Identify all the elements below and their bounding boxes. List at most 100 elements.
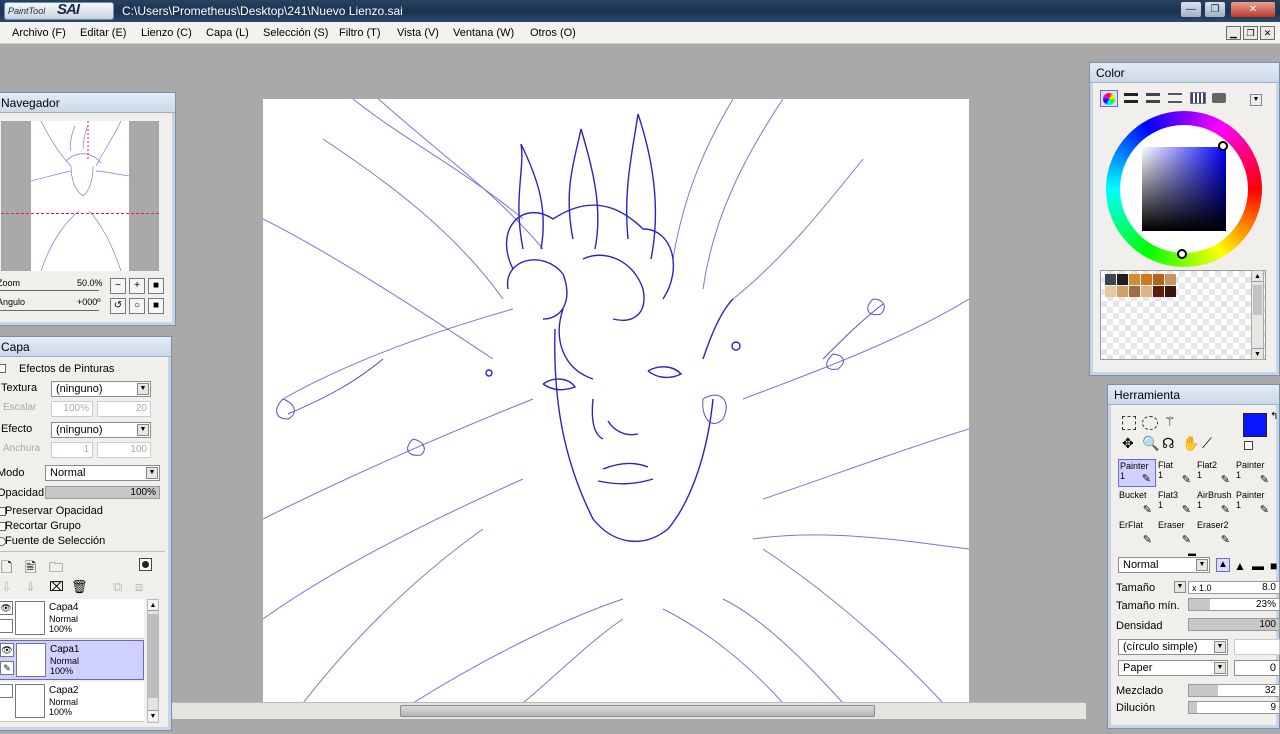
zoom-icon[interactable]: 🔍 (1142, 435, 1159, 452)
color-swatch[interactable] (1153, 286, 1164, 297)
menu-filtro[interactable]: Filtro (T) (339, 27, 381, 39)
maximize-button[interactable]: ❐ (1204, 1, 1226, 18)
brush-tool-slot[interactable]: Painter 1 ✎ (1235, 489, 1273, 517)
paste-layer-icon[interactable]: ⧈ (135, 579, 143, 595)
brush-shape-square-icon[interactable]: ■ (1270, 559, 1277, 573)
brush-tool-slot[interactable]: Eraser ✎ (1157, 519, 1195, 547)
blend-mode-select[interactable]: Normal ▼ (45, 465, 160, 481)
mdi-close-icon[interactable]: ✕ (1260, 26, 1275, 40)
merge-down-icon[interactable]: ⇓ (25, 579, 36, 595)
brush-tool-slot[interactable]: AirBrush 1 ✎ (1196, 489, 1234, 517)
mdi-minimize-icon[interactable]: ▁ (1226, 26, 1241, 40)
scratchpad-icon[interactable] (1212, 93, 1226, 103)
width-number-field[interactable]: 100 (97, 442, 151, 458)
swatches-mode-icon[interactable] (1190, 92, 1206, 104)
hue-cursor[interactable] (1177, 249, 1187, 259)
tool-blend-mode-select[interactable]: Normal ▼ (1118, 557, 1210, 573)
layer-mask-icon[interactable] (139, 558, 152, 571)
layer-row-capa1[interactable]: 👁 ✎ Capa1 Normal 100% (0, 640, 144, 680)
swatch-grid[interactable] (1100, 270, 1266, 360)
scrollbar-thumb[interactable] (1253, 285, 1262, 315)
transfer-down-icon[interactable]: ⇩ (1, 579, 12, 595)
brush-texture-amount[interactable]: 0 (1234, 660, 1280, 676)
mdi-restore-icon[interactable]: ❐ (1243, 26, 1258, 40)
zoom-fit-icon[interactable]: ■ (148, 278, 164, 294)
color-swatch[interactable] (1165, 286, 1176, 297)
color-swatch[interactable] (1117, 286, 1128, 297)
delete-layer-icon[interactable]: 🗑 (71, 579, 88, 595)
move-icon[interactable]: ✥ (1122, 435, 1134, 452)
color-swatch[interactable] (1129, 274, 1140, 285)
brush-shape-amount[interactable] (1234, 639, 1280, 655)
rect-select-icon[interactable] (1122, 416, 1136, 430)
size-slider[interactable]: x 1.0 8.0 (1188, 581, 1280, 594)
new-linework-layer-icon[interactable]: 🖹 (25, 557, 36, 581)
brush-tool-slot[interactable]: Painter 1 ✎ (1235, 459, 1273, 487)
menu-otros[interactable]: Otros (O) (530, 27, 576, 39)
color-swatch[interactable] (1105, 274, 1116, 285)
density-slider[interactable]: 100 (1188, 618, 1280, 631)
menu-archivo[interactable]: Archivo (F) (12, 27, 66, 39)
rotate-reset-icon[interactable]: ○ (129, 298, 145, 314)
zoom-slider[interactable] (0, 290, 99, 291)
swatch-scrollbar[interactable]: ▲ ▼ (1251, 270, 1264, 360)
transparent-color-icon[interactable] (1244, 441, 1253, 450)
min-size-slider[interactable]: 23% (1188, 598, 1280, 611)
new-layer-icon[interactable]: 🗋 (1, 557, 12, 581)
scroll-up-icon[interactable]: ▲ (148, 600, 158, 611)
brush-tool-slot[interactable]: Flat2 1 ✎ (1196, 459, 1234, 487)
rotate-icon[interactable]: ☊ (1162, 435, 1174, 452)
brush-shape-round-icon[interactable]: ▲ (1234, 559, 1246, 573)
color-wheel-mode-icon[interactable] (1100, 90, 1118, 107)
paint-effects-expander[interactable] (0, 364, 6, 373)
layer-list-scrollbar[interactable]: ▲ ▼ (147, 599, 159, 723)
brush-tool-slot[interactable]: Bucket ✎ (1118, 489, 1156, 517)
effect-select[interactable]: (ninguno) ▼ (51, 422, 151, 438)
dilution-slider[interactable]: 9 (1188, 701, 1280, 714)
canvas-horizontal-scrollbar[interactable] (170, 702, 1086, 719)
menu-editar[interactable]: Editar (E) (80, 27, 126, 39)
texture-select[interactable]: (ninguno) ▼ (51, 381, 151, 397)
chevron-down-icon[interactable]: ▼ (1174, 581, 1186, 593)
brush-tool-slot[interactable]: Flat 1 ✎ (1157, 459, 1195, 487)
rotate-left-icon[interactable]: ↺ (110, 298, 126, 314)
zoom-in-icon[interactable]: + (129, 278, 145, 294)
menu-vista[interactable]: Vista (V) (397, 27, 439, 39)
saturation-value-box[interactable] (1142, 147, 1226, 231)
zoom-out-icon[interactable]: − (110, 278, 126, 294)
brush-tool-slot[interactable]: Flat3 1 ✎ (1157, 489, 1195, 517)
opacity-slider[interactable]: 100% (45, 486, 160, 499)
menu-ventana[interactable]: Ventana (W) (453, 27, 514, 39)
color-swatch[interactable] (1117, 274, 1128, 285)
brush-tool-slot[interactable]: Painter 1 ✎ (1118, 459, 1156, 487)
mixer-icon[interactable] (1168, 93, 1182, 103)
lasso-icon[interactable] (1142, 416, 1158, 430)
copy-layer-icon[interactable]: ⧉ (113, 579, 122, 595)
color-swatch[interactable] (1141, 286, 1152, 297)
brush-shape-select[interactable]: (círculo simple) ▼ (1118, 639, 1228, 655)
drawing-canvas[interactable] (263, 99, 969, 703)
scroll-down-icon[interactable]: ▼ (1252, 348, 1263, 359)
foreground-color-swatch[interactable] (1243, 413, 1267, 437)
color-swatch[interactable] (1141, 274, 1152, 285)
scale-field[interactable]: 100% (51, 401, 93, 417)
rotate-right-icon[interactable]: ■ (148, 298, 164, 314)
new-folder-icon[interactable]: 🗀 (49, 557, 63, 581)
scrollbar-thumb[interactable] (148, 614, 158, 698)
brush-shape-flat-icon[interactable]: ▬ (1252, 559, 1264, 573)
blending-slider[interactable]: 32 (1188, 684, 1280, 697)
scrollbar-thumb[interactable] (400, 705, 875, 717)
scale-number-field[interactable]: 20 (97, 401, 151, 417)
color-swatch[interactable] (1105, 286, 1116, 297)
color-swatch[interactable] (1165, 274, 1176, 285)
lock-toggle[interactable] (0, 619, 13, 633)
brush-tool-slot[interactable]: ErFlat ✎ (1118, 519, 1156, 547)
sv-cursor[interactable] (1218, 141, 1228, 151)
chevron-down-icon[interactable]: ▼ (1250, 94, 1262, 106)
brush-tool-slot[interactable]: Eraser2 ✎ (1196, 519, 1234, 547)
menu-lienzo[interactable]: Lienzo (C) (141, 27, 192, 39)
eye-icon[interactable]: 👁 (0, 601, 13, 615)
rgb-sliders-icon[interactable] (1124, 93, 1138, 103)
magic-wand-icon[interactable]: ⚚ (1164, 414, 1176, 430)
menu-capa[interactable]: Capa (L) (206, 27, 249, 39)
